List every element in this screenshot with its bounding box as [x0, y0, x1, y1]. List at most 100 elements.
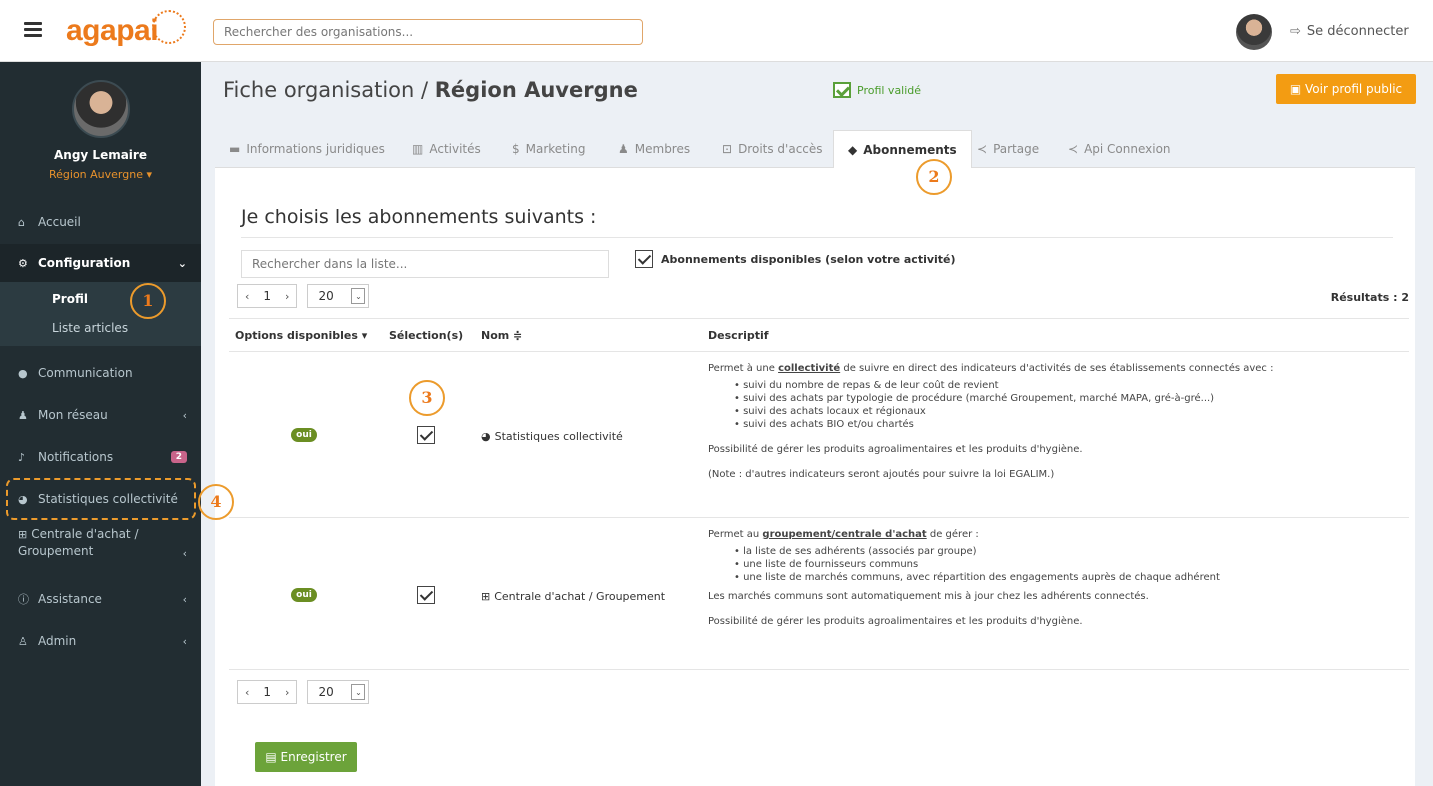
pie-chart-icon: ◕: [481, 430, 491, 443]
users-icon: ♟: [18, 408, 28, 422]
share-icon: ≺: [1068, 142, 1079, 156]
logout-button[interactable]: ⇨ Se déconnecter: [1290, 24, 1409, 39]
tab-informations-juridiques[interactable]: ▬ Informations juridiques: [229, 130, 385, 168]
selection-checkbox[interactable]: [417, 426, 435, 444]
home-icon: ⌂: [18, 215, 25, 229]
chevron-down-icon: ⌄: [351, 684, 366, 700]
pagination-bottom: ‹ 1 › 20 ⌄: [237, 680, 370, 704]
tab-abonnements[interactable]: ◆ Abonnements: [833, 130, 972, 168]
basket-icon: ⊞: [481, 590, 491, 603]
top-bar: agapai Rechercher des organisations... ⇨…: [0, 0, 1433, 62]
prev-page-button[interactable]: ‹: [238, 290, 256, 303]
check-square-icon: [833, 82, 851, 98]
section-divider: [241, 237, 1393, 238]
share-icon: ≺: [977, 142, 988, 156]
id-card-icon: ▣: [1289, 82, 1305, 96]
chevron-left-icon: ‹: [182, 634, 187, 648]
sidebar-avatar: [71, 80, 130, 138]
row-name: ◕ Statistiques collectivité: [481, 430, 623, 443]
sidebar-item-accueil[interactable]: ⌂ Accueil: [0, 210, 201, 234]
folder-icon: ▬: [229, 142, 241, 156]
chevron-left-icon: ‹: [182, 408, 187, 422]
callout-1: 1: [130, 283, 166, 319]
save-button[interactable]: ▤ Enregistrer: [255, 742, 357, 772]
sidebar-subitem-profil[interactable]: Profil: [52, 292, 88, 306]
tab-bar: ▬ Informations juridiques ▥ Activités $ Mar…: [215, 130, 1415, 168]
main-content: Fiche organisation / Région Auvergne Pro…: [201, 62, 1433, 786]
column-selection: Sélection(s): [389, 329, 464, 342]
sidebar-item-configuration[interactable]: ⚙ Configuration ⌄: [0, 244, 201, 282]
subscriptions-panel: Je choisis les abonnements suivants : Re…: [215, 168, 1415, 786]
pagination-top: ‹ 1 › 20 ⌄: [237, 284, 370, 308]
callout-3: 3: [409, 380, 445, 416]
notifications-badge: 2: [170, 451, 187, 463]
next-page-button[interactable]: ›: [278, 290, 296, 303]
menu-toggle-icon[interactable]: [24, 22, 42, 37]
organisation-search-input[interactable]: Rechercher des organisations...: [213, 19, 643, 45]
sidebar-item-centrale-achat[interactable]: ⊞ Centrale d'achat / Groupement ‹: [0, 526, 201, 566]
sidebar: Angy Lemaire Région Auvergne ▾ ⌂ Accueil …: [0, 62, 201, 786]
available-checkbox[interactable]: [635, 250, 653, 268]
user-avatar[interactable]: [1236, 14, 1272, 50]
option-badge: oui: [291, 428, 317, 442]
current-page[interactable]: 1: [256, 289, 278, 303]
callout-2: 2: [916, 159, 952, 195]
page-title: Fiche organisation / Région Auvergne: [223, 78, 638, 102]
floppy-icon: ▤: [265, 750, 281, 764]
table-row: oui ◕ Statistiques collectivité Permet à …: [229, 352, 1409, 518]
highlight-box-statistiques: [6, 478, 196, 520]
tab-membres[interactable]: ♟ Membres: [618, 130, 690, 168]
row-description: Permet au groupement/centrale d'achat de…: [708, 528, 1220, 640]
column-options[interactable]: Options disponibles ▾: [235, 329, 367, 342]
section-title: Je choisis les abonnements suivants :: [241, 206, 597, 228]
chevron-left-icon: ‹: [182, 592, 187, 606]
sidebar-item-communication[interactable]: ● Communication: [0, 362, 201, 384]
available-subscriptions-filter[interactable]: Abonnements disponibles (selon votre act…: [635, 250, 956, 268]
user-plus-icon: ♙: [18, 634, 28, 648]
tab-droits-acces[interactable]: ⊡ Droits d'accès: [722, 130, 823, 168]
page-size-select[interactable]: 20 ⌄: [307, 680, 370, 704]
chevron-left-icon: ‹: [182, 547, 187, 560]
lock-icon: ⊡: [722, 142, 733, 156]
sidebar-org-dropdown[interactable]: Région Auvergne ▾: [0, 168, 201, 181]
results-count: Résultats : 2: [1330, 291, 1409, 304]
sidebar-item-mon-reseau[interactable]: ♟ Mon réseau ‹: [0, 404, 201, 426]
selection-checkbox[interactable]: [417, 586, 435, 604]
current-page[interactable]: 1: [256, 685, 278, 699]
dollar-icon: $: [512, 142, 520, 156]
sign-out-icon: ⇨: [1290, 24, 1301, 39]
chevron-down-icon: ⌄: [177, 256, 187, 270]
list-search-input[interactable]: Rechercher dans la liste...: [241, 250, 609, 278]
sidebar-item-admin[interactable]: ♙ Admin ‹: [0, 630, 201, 652]
table-header: Options disponibles ▾ Sélection(s) Nom ≑…: [229, 318, 1409, 352]
page-size-select[interactable]: 20 ⌄: [307, 284, 370, 308]
profile-validated-status: Profil validé: [833, 82, 921, 98]
tab-partage[interactable]: ≺ Partage: [977, 130, 1039, 168]
next-page-button[interactable]: ›: [278, 686, 296, 699]
column-descriptif: Descriptif: [708, 329, 769, 342]
chat-icon: ●: [18, 366, 28, 380]
sidebar-item-assistance[interactable]: ⓘ Assistance ‹: [0, 588, 201, 610]
sidebar-item-notifications[interactable]: ♪ Notifications 2: [0, 446, 201, 468]
basket-icon: ⊞: [18, 528, 28, 541]
sidebar-profile: Angy Lemaire Région Auvergne ▾: [0, 62, 201, 198]
tab-activites[interactable]: ▥ Activités: [412, 130, 481, 168]
logo-network-icon: [152, 10, 186, 44]
tab-api-connexion[interactable]: ≺ Api Connexion: [1068, 130, 1171, 168]
view-public-profile-button[interactable]: ▣ Voir profil public: [1276, 74, 1416, 104]
prev-page-button[interactable]: ‹: [238, 686, 256, 699]
app-logo[interactable]: agapai: [66, 14, 159, 48]
sidebar-subitem-liste-articles[interactable]: Liste articles: [52, 321, 128, 335]
chevron-down-icon: ⌄: [351, 288, 366, 304]
callout-4: 4: [198, 484, 234, 520]
sidebar-user-name: Angy Lemaire: [54, 148, 147, 162]
tab-marketing[interactable]: $ Marketing: [512, 130, 585, 168]
bell-icon: ♪: [18, 450, 26, 464]
table-row: oui ⊞ Centrale d'achat / Groupement Perme…: [229, 518, 1409, 670]
configuration-submenu: Profil Liste articles: [0, 282, 201, 346]
users-icon: ♟: [618, 142, 629, 156]
bar-chart-icon: ▥: [412, 142, 424, 156]
column-nom[interactable]: Nom ≑: [481, 329, 522, 342]
info-icon: ⓘ: [18, 593, 29, 606]
option-badge: oui: [291, 588, 317, 602]
